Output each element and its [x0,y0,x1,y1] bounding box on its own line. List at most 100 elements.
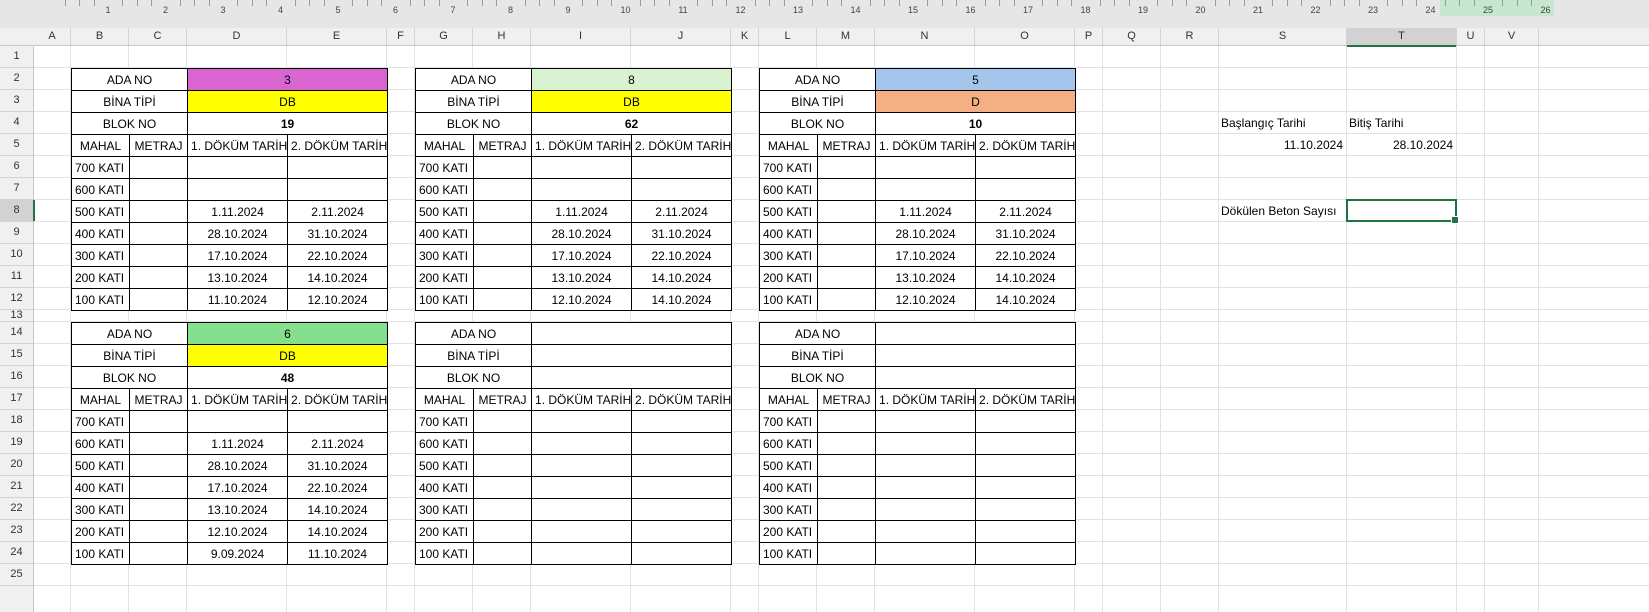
floor-label[interactable]: 500 KATI [759,200,818,223]
metraj-header[interactable]: METRAJ [472,388,533,411]
ada-no-value[interactable] [875,322,1077,345]
ada-no-label[interactable]: ADA NO [758,322,877,345]
ada-no-value[interactable]: 8 [531,68,733,91]
second-pour-date[interactable] [975,498,1077,521]
metraj-header[interactable]: METRAJ [816,388,877,411]
row-header-8[interactable]: 8 [0,200,35,222]
floor-label[interactable]: 100 KATI [415,288,474,311]
metraj-cell[interactable] [472,288,533,311]
floor-label[interactable]: 700 KATI [759,410,818,433]
second-pour-date-header[interactable]: 2. DÖKÜM TARİH [631,134,733,157]
row-header-10[interactable]: 10 [0,244,33,266]
metraj-cell[interactable] [816,178,877,201]
blok-no-label[interactable]: BLOK NO [758,112,877,135]
first-pour-date[interactable]: 11.10.2024 [187,288,289,311]
floor-label[interactable]: 200 KATI [415,266,474,289]
row-header-11[interactable]: 11 [0,266,33,288]
second-pour-date[interactable] [975,476,1077,499]
row-header-4[interactable]: 4 [0,112,33,134]
second-pour-date[interactable]: 31.10.2024 [287,454,389,477]
first-pour-date[interactable] [531,498,633,521]
first-pour-date[interactable]: 13.10.2024 [187,266,289,289]
metraj-header[interactable]: METRAJ [128,388,189,411]
column-header-d[interactable]: D [187,28,287,45]
first-pour-date-header[interactable]: 1. DÖKÜM TARİH [875,134,977,157]
second-pour-date[interactable]: 14.10.2024 [631,288,733,311]
metraj-cell[interactable] [816,454,877,477]
start-date-value[interactable]: 11.10.2024 [1219,138,1343,152]
floor-label[interactable]: 200 KATI [71,266,130,289]
second-pour-date[interactable] [975,178,1077,201]
metraj-cell[interactable] [472,432,533,455]
first-pour-date[interactable]: 28.10.2024 [187,454,289,477]
row-header-19[interactable]: 19 [0,432,33,454]
metraj-cell[interactable] [128,288,189,311]
floor-label[interactable]: 500 KATI [759,454,818,477]
bina-tipi-label[interactable]: BİNA TİPİ [758,344,877,367]
row-header-6[interactable]: 6 [0,156,33,178]
second-pour-date[interactable] [975,520,1077,543]
metraj-cell[interactable] [816,288,877,311]
metraj-cell[interactable] [128,200,189,223]
second-pour-date[interactable] [975,454,1077,477]
metraj-cell[interactable] [128,520,189,543]
bina-tipi-value[interactable]: DB [187,344,389,367]
first-pour-date[interactable] [187,178,289,201]
metraj-cell[interactable] [816,156,877,179]
first-pour-date[interactable] [531,410,633,433]
first-pour-date[interactable]: 28.10.2024 [531,222,633,245]
bina-tipi-value[interactable] [875,344,1077,367]
first-pour-date[interactable] [531,476,633,499]
first-pour-date[interactable] [875,520,977,543]
ada-no-value[interactable]: 6 [187,322,389,345]
second-pour-date[interactable]: 31.10.2024 [975,222,1077,245]
second-pour-date[interactable] [975,156,1077,179]
metraj-cell[interactable] [128,454,189,477]
floor-label[interactable]: 300 KATI [759,498,818,521]
blok-no-label[interactable]: BLOK NO [758,366,877,389]
second-pour-date[interactable]: 11.10.2024 [287,542,389,565]
mahal-header[interactable]: MAHAL [759,134,818,157]
second-pour-date[interactable] [287,410,389,433]
floor-label[interactable]: 700 KATI [415,410,474,433]
second-pour-date[interactable]: 22.10.2024 [975,244,1077,267]
row-header-21[interactable]: 21 [0,476,33,498]
column-header-l[interactable]: L [759,28,817,45]
first-pour-date[interactable]: 13.10.2024 [875,266,977,289]
first-pour-date[interactable]: 1.11.2024 [875,200,977,223]
column-header-v[interactable]: V [1485,28,1539,45]
row-header-18[interactable]: 18 [0,410,33,432]
metraj-cell[interactable] [128,410,189,433]
floor-label[interactable]: 500 KATI [415,200,474,223]
ada-no-label[interactable]: ADA NO [414,322,533,345]
first-pour-date[interactable] [875,476,977,499]
first-pour-date[interactable] [875,178,977,201]
blok-no-value[interactable]: 62 [531,112,733,135]
row-header-22[interactable]: 22 [0,498,33,520]
fill-handle[interactable] [1451,216,1459,224]
floor-label[interactable]: 100 KATI [71,542,130,565]
metraj-cell[interactable] [816,244,877,267]
column-header-p[interactable]: P [1075,28,1103,45]
floor-label[interactable]: 700 KATI [71,410,130,433]
floor-label[interactable]: 700 KATI [415,156,474,179]
second-pour-date[interactable]: 31.10.2024 [631,222,733,245]
floor-label[interactable]: 100 KATI [759,288,818,311]
bina-tipi-value[interactable]: D [875,90,1077,113]
second-pour-date[interactable]: 22.10.2024 [287,476,389,499]
first-pour-date[interactable]: 9.09.2024 [187,542,289,565]
second-pour-date[interactable] [631,156,733,179]
first-pour-date[interactable]: 12.10.2024 [875,288,977,311]
bina-tipi-value[interactable] [531,344,733,367]
column-header-g[interactable]: G [415,28,473,45]
metraj-cell[interactable] [816,266,877,289]
second-pour-date-header[interactable]: 2. DÖKÜM TARİH [287,388,389,411]
column-header-k[interactable]: K [731,28,759,45]
metraj-cell[interactable] [128,476,189,499]
row-header-5[interactable]: 5 [0,134,33,156]
first-pour-date-header[interactable]: 1. DÖKÜM TARİH [187,388,289,411]
blok-no-value[interactable]: 19 [187,112,389,135]
first-pour-date[interactable] [187,410,289,433]
second-pour-date[interactable] [631,432,733,455]
metraj-cell[interactable] [472,410,533,433]
